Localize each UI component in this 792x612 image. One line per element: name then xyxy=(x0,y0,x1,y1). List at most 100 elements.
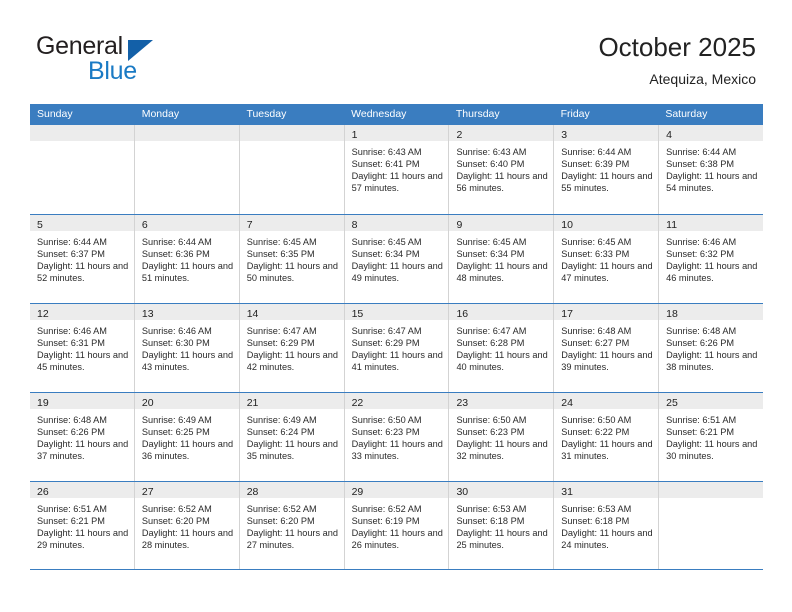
calendar-day-cell[interactable]: 16 Sunrise: 6:47 AM Sunset: 6:28 PM Dayligh… xyxy=(448,304,554,392)
sunrise-text: Sunrise: 6:53 AM xyxy=(456,504,527,514)
calendar-day-cell[interactable]: 10 Sunrise: 6:45 AM Sunset: 6:33 PM Dayligh… xyxy=(553,215,659,303)
day-details: Sunrise: 6:49 AM Sunset: 6:24 PM Daylight:… xyxy=(240,409,344,462)
calendar-day-cell[interactable]: 19 Sunrise: 6:48 AM Sunset: 6:26 PM Dayligh… xyxy=(30,393,134,481)
day-details: Sunrise: 6:52 AM Sunset: 6:20 PM Daylight:… xyxy=(240,498,344,551)
calendar-day-cell[interactable]: 26 Sunrise: 6:51 AM Sunset: 6:21 PM Dayligh… xyxy=(30,482,134,569)
day-number-band: 5 xyxy=(30,215,134,231)
day-details: Sunrise: 6:44 AM Sunset: 6:36 PM Daylight:… xyxy=(135,231,239,284)
daylight-text: Daylight: 11 hours and 33 minutes. xyxy=(351,439,443,462)
dow-wednesday: Wednesday xyxy=(351,108,407,120)
day-number: 6 xyxy=(141,219,148,231)
sunset-text: Sunset: 6:23 PM xyxy=(456,427,525,438)
calendar-day-cell[interactable]: 23 Sunrise: 6:50 AM Sunset: 6:23 PM Dayligh… xyxy=(448,393,554,481)
sunset-text: Sunset: 6:26 PM xyxy=(37,427,105,438)
calendar-day-cell[interactable]: 17 Sunrise: 6:48 AM Sunset: 6:27 PM Dayligh… xyxy=(553,304,659,392)
day-of-week-header-row: Sunday Monday Tuesday Wednesday Thursday… xyxy=(30,104,763,125)
day-number: 24 xyxy=(561,397,573,409)
sunrise-text: Sunrise: 6:44 AM xyxy=(37,237,107,247)
day-number-band: 15 xyxy=(344,304,449,320)
sunset-text: Sunset: 6:24 PM xyxy=(246,427,315,438)
day-details: Sunrise: 6:52 AM Sunset: 6:20 PM Daylight:… xyxy=(135,498,239,551)
day-details: Sunrise: 6:44 AM Sunset: 6:39 PM Daylight:… xyxy=(554,141,658,194)
calendar-day-cell[interactable]: 27 Sunrise: 6:52 AM Sunset: 6:20 PM Dayligh… xyxy=(133,482,239,569)
sunrise-text: Sunrise: 6:45 AM xyxy=(246,237,317,247)
day-number-band xyxy=(134,125,239,141)
calendar-day-cell[interactable]: 22 Sunrise: 6:50 AM Sunset: 6:23 PM Dayligh… xyxy=(343,393,449,481)
day-number-band: 26 xyxy=(30,482,134,498)
day-number: 31 xyxy=(561,486,573,498)
calendar-day-cell[interactable]: 29 Sunrise: 6:52 AM Sunset: 6:19 PM Dayligh… xyxy=(343,482,449,569)
daylight-text: Daylight: 11 hours and 28 minutes. xyxy=(141,528,234,551)
sunset-text: Sunset: 6:18 PM xyxy=(456,516,525,527)
calendar-day-cell[interactable]: 14 Sunrise: 6:47 AM Sunset: 6:29 PM Dayligh… xyxy=(238,304,344,392)
dow-thursday: Thursday xyxy=(455,108,500,120)
calendar-day-cell[interactable]: 30 Sunrise: 6:53 AM Sunset: 6:18 PM Dayligh… xyxy=(448,482,554,569)
calendar-day-cell[interactable]: 25 Sunrise: 6:51 AM Sunset: 6:21 PM Dayligh… xyxy=(658,393,764,481)
calendar-day-cell-empty xyxy=(658,482,764,569)
sunset-text: Sunset: 6:33 PM xyxy=(561,249,630,260)
sunrise-text: Sunrise: 6:46 AM xyxy=(141,326,212,336)
sunrise-text: Sunrise: 6:44 AM xyxy=(141,237,212,247)
calendar-day-cell[interactable]: 7 Sunrise: 6:45 AM Sunset: 6:35 PM Daylight… xyxy=(238,215,344,303)
calendar-day-cell[interactable]: 21 Sunrise: 6:49 AM Sunset: 6:24 PM Dayligh… xyxy=(238,393,344,481)
daylight-text: Daylight: 11 hours and 56 minutes. xyxy=(456,171,548,194)
page-subtitle: Atequiza, Mexico xyxy=(649,71,756,87)
sunrise-text: Sunrise: 6:50 AM xyxy=(351,415,422,425)
day-details: Sunrise: 6:45 AM Sunset: 6:35 PM Daylight:… xyxy=(240,231,344,284)
daylight-text: Daylight: 11 hours and 49 minutes. xyxy=(351,261,443,284)
calendar-day-cell[interactable]: 4 Sunrise: 6:44 AM Sunset: 6:38 PM Daylight… xyxy=(658,125,764,214)
day-details: Sunrise: 6:50 AM Sunset: 6:23 PM Daylight:… xyxy=(345,409,449,462)
sunset-text: Sunset: 6:26 PM xyxy=(666,338,735,349)
calendar-day-cell[interactable]: 2 Sunrise: 6:43 AM Sunset: 6:40 PM Daylight… xyxy=(448,125,554,214)
day-details: Sunrise: 6:53 AM Sunset: 6:18 PM Daylight:… xyxy=(554,498,658,551)
day-number-band: 25 xyxy=(659,393,764,409)
dow-tuesday: Tuesday xyxy=(246,108,287,120)
calendar-day-cell[interactable]: 28 Sunrise: 6:52 AM Sunset: 6:20 PM Dayligh… xyxy=(238,482,344,569)
daylight-text: Daylight: 11 hours and 47 minutes. xyxy=(561,261,653,284)
day-number-band: 3 xyxy=(554,125,659,141)
day-number: 11 xyxy=(666,219,678,231)
calendar-day-cell[interactable]: 3 Sunrise: 6:44 AM Sunset: 6:39 PM Daylight… xyxy=(553,125,659,214)
day-number-band: 9 xyxy=(449,215,554,231)
daylight-text: Daylight: 11 hours and 48 minutes. xyxy=(456,261,548,284)
sunrise-text: Sunrise: 6:52 AM xyxy=(246,504,317,514)
calendar-day-cell[interactable]: 20 Sunrise: 6:49 AM Sunset: 6:25 PM Dayligh… xyxy=(133,393,239,481)
daylight-text: Daylight: 11 hours and 54 minutes. xyxy=(666,171,758,194)
sunrise-text: Sunrise: 6:45 AM xyxy=(456,237,527,247)
calendar-day-cell[interactable]: 31 Sunrise: 6:53 AM Sunset: 6:18 PM Dayligh… xyxy=(553,482,659,569)
day-details: Sunrise: 6:53 AM Sunset: 6:18 PM Daylight:… xyxy=(449,498,553,551)
daylight-text: Daylight: 11 hours and 26 minutes. xyxy=(351,528,443,551)
sunrise-text: Sunrise: 6:48 AM xyxy=(37,415,107,425)
day-details: Sunrise: 6:51 AM Sunset: 6:21 PM Daylight:… xyxy=(30,498,134,551)
calendar-day-cell[interactable]: 18 Sunrise: 6:48 AM Sunset: 6:26 PM Dayligh… xyxy=(658,304,764,392)
day-details: Sunrise: 6:48 AM Sunset: 6:27 PM Daylight:… xyxy=(554,320,658,373)
day-number-band: 20 xyxy=(134,393,239,409)
daylight-text: Daylight: 11 hours and 52 minutes. xyxy=(37,261,129,284)
day-number: 12 xyxy=(37,308,49,320)
sunset-text: Sunset: 6:41 PM xyxy=(351,159,420,170)
day-details: Sunrise: 6:48 AM Sunset: 6:26 PM Daylight:… xyxy=(659,320,763,373)
sunrise-text: Sunrise: 6:47 AM xyxy=(456,326,527,336)
daylight-text: Daylight: 11 hours and 57 minutes. xyxy=(351,171,443,194)
calendar-day-cell[interactable]: 11 Sunrise: 6:46 AM Sunset: 6:32 PM Dayligh… xyxy=(658,215,764,303)
sunrise-text: Sunrise: 6:49 AM xyxy=(246,415,317,425)
day-number: 19 xyxy=(37,397,49,409)
daylight-text: Daylight: 11 hours and 30 minutes. xyxy=(666,439,758,462)
calendar-day-cell[interactable]: 9 Sunrise: 6:45 AM Sunset: 6:34 PM Daylight… xyxy=(448,215,554,303)
sunset-text: Sunset: 6:23 PM xyxy=(351,427,420,438)
daylight-text: Daylight: 11 hours and 38 minutes. xyxy=(666,350,758,373)
calendar-day-cell[interactable]: 5 Sunrise: 6:44 AM Sunset: 6:37 PM Daylight… xyxy=(30,215,134,303)
calendar-day-cell[interactable]: 24 Sunrise: 6:50 AM Sunset: 6:22 PM Dayligh… xyxy=(553,393,659,481)
sunset-text: Sunset: 6:37 PM xyxy=(37,249,105,260)
calendar-day-cell[interactable]: 15 Sunrise: 6:47 AM Sunset: 6:29 PM Dayligh… xyxy=(343,304,449,392)
day-details: Sunrise: 6:43 AM Sunset: 6:40 PM Daylight:… xyxy=(449,141,553,194)
calendar-week-row: 19 Sunrise: 6:48 AM Sunset: 6:26 PM Dayligh… xyxy=(30,392,764,481)
calendar-day-cell[interactable]: 8 Sunrise: 6:45 AM Sunset: 6:34 PM Daylight… xyxy=(343,215,449,303)
calendar-day-cell[interactable]: 6 Sunrise: 6:44 AM Sunset: 6:36 PM Daylight… xyxy=(133,215,239,303)
calendar-day-cell[interactable]: 12 Sunrise: 6:46 AM Sunset: 6:31 PM Dayligh… xyxy=(30,304,134,392)
sunset-text: Sunset: 6:22 PM xyxy=(561,427,630,438)
sunset-text: Sunset: 6:34 PM xyxy=(351,249,420,260)
calendar-day-cell[interactable]: 1 Sunrise: 6:43 AM Sunset: 6:41 PM Daylight… xyxy=(343,125,449,214)
calendar-day-cell[interactable]: 13 Sunrise: 6:46 AM Sunset: 6:30 PM Dayligh… xyxy=(133,304,239,392)
sunset-text: Sunset: 6:20 PM xyxy=(141,516,210,527)
